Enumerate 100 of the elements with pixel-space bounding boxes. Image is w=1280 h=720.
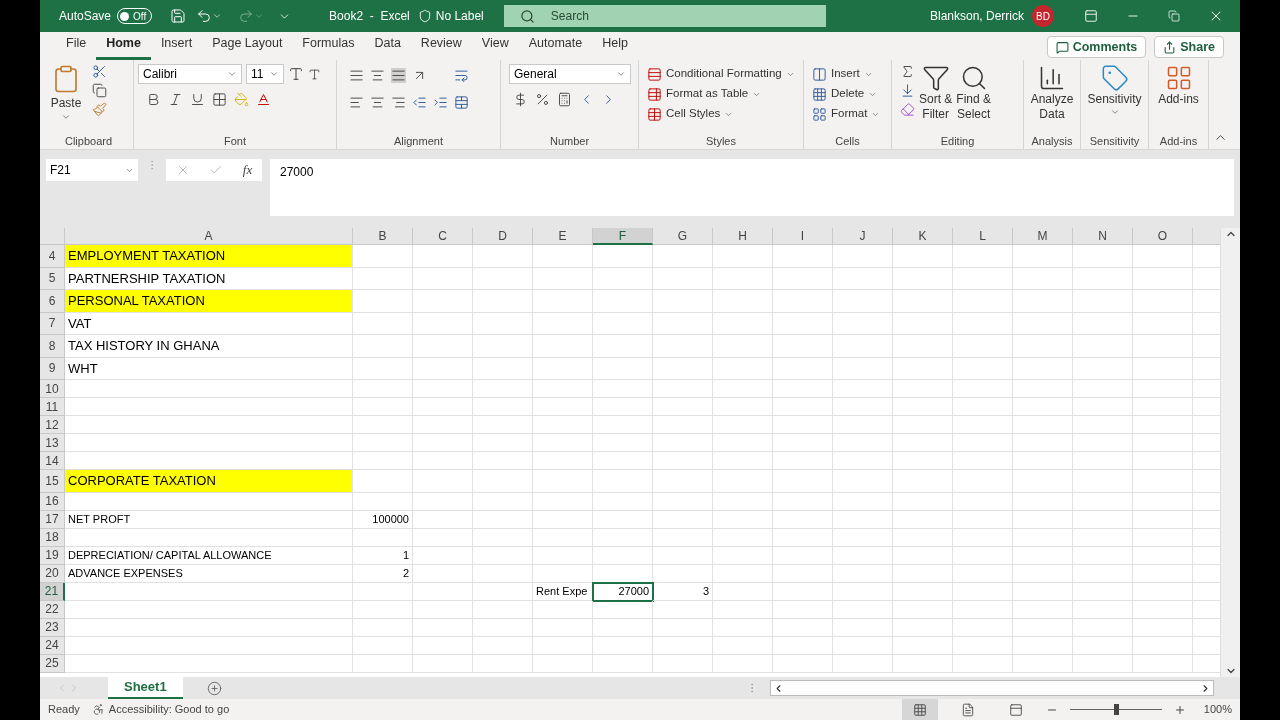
table-cell[interactable] — [413, 510, 473, 529]
row-header[interactable]: 8 — [40, 335, 65, 358]
table-cell[interactable] — [65, 618, 353, 637]
table-cell[interactable] — [1013, 582, 1073, 601]
table-cell[interactable] — [1013, 267, 1073, 290]
table-cell[interactable] — [473, 452, 533, 470]
table-cell[interactable] — [653, 416, 713, 434]
table-cell[interactable] — [353, 380, 413, 398]
table-cell[interactable] — [833, 245, 893, 268]
table-cell[interactable] — [653, 654, 713, 673]
table-cell[interactable] — [1013, 452, 1073, 470]
table-cell[interactable] — [593, 398, 653, 416]
table-cell[interactable] — [953, 335, 1013, 358]
table-cell[interactable] — [893, 290, 953, 313]
table-cell[interactable]: DEPRECIATION/ CAPITAL ALLOWANCE — [65, 546, 353, 565]
cells-button[interactable]: Insert — [812, 64, 881, 84]
column-header[interactable]: F — [593, 228, 653, 245]
table-cell[interactable] — [893, 312, 953, 335]
table-cell[interactable] — [953, 434, 1013, 452]
table-cell[interactable] — [1133, 335, 1193, 358]
ribbon-tab[interactable]: Insert — [150, 34, 203, 60]
table-cell[interactable] — [953, 492, 1013, 511]
column-header[interactable]: O — [1133, 228, 1193, 245]
table-cell[interactable] — [653, 636, 713, 655]
table-cell[interactable] — [353, 245, 413, 268]
align-right-icon[interactable] — [391, 95, 406, 110]
table-cell[interactable] — [713, 380, 773, 398]
table-cell[interactable] — [953, 600, 1013, 619]
font-color-icon[interactable] — [256, 92, 271, 107]
table-cell[interactable] — [833, 312, 893, 335]
table-cell[interactable] — [413, 416, 473, 434]
table-cell[interactable] — [473, 470, 533, 493]
table-cell[interactable] — [953, 380, 1013, 398]
table-cell[interactable] — [893, 245, 953, 268]
grow-font-icon[interactable] — [288, 66, 304, 82]
table-cell[interactable] — [653, 335, 713, 358]
row-header[interactable]: 12 — [40, 416, 65, 434]
table-cell[interactable] — [593, 434, 653, 452]
table-cell[interactable] — [953, 416, 1013, 434]
table-cell[interactable] — [653, 470, 713, 493]
table-cell[interactable] — [1133, 380, 1193, 398]
italic-icon[interactable] — [168, 92, 183, 107]
table-cell[interactable] — [1073, 528, 1133, 547]
table-cell[interactable] — [773, 245, 833, 268]
table-cell[interactable] — [533, 600, 593, 619]
table-cell[interactable] — [413, 380, 473, 398]
table-cell[interactable] — [713, 618, 773, 637]
bold-icon[interactable] — [146, 92, 161, 107]
column-header[interactable]: J — [833, 228, 893, 245]
table-cell[interactable] — [1013, 546, 1073, 565]
format-painter-icon[interactable] — [92, 102, 107, 117]
table-cell[interactable] — [1013, 618, 1073, 637]
table-cell[interactable]: TAX HISTORY IN GHANA — [65, 335, 353, 358]
table-cell[interactable] — [953, 510, 1013, 529]
search-field[interactable]: Search — [503, 5, 826, 27]
ribbon-tab[interactable]: Data — [364, 34, 411, 60]
table-cell[interactable] — [953, 528, 1013, 547]
table-cell[interactable] — [893, 654, 953, 673]
table-cell[interactable] — [1013, 335, 1073, 358]
table-cell[interactable] — [533, 380, 593, 398]
table-cell[interactable] — [473, 267, 533, 290]
table-cell[interactable] — [833, 290, 893, 313]
table-cell[interactable] — [1073, 546, 1133, 565]
column-header[interactable]: N — [1073, 228, 1133, 245]
comments-button[interactable]: Comments — [1046, 36, 1147, 58]
column-header[interactable]: L — [953, 228, 1013, 245]
align-center-icon[interactable] — [370, 95, 385, 110]
table-cell[interactable] — [653, 492, 713, 511]
ribbon-tab[interactable]: File — [56, 34, 97, 60]
sheet-tab[interactable]: Sheet1 — [108, 677, 183, 699]
table-cell[interactable] — [893, 636, 953, 655]
table-cell[interactable] — [353, 528, 413, 547]
table-cell[interactable] — [833, 618, 893, 637]
table-cell[interactable] — [353, 452, 413, 470]
table-cell[interactable] — [1013, 564, 1073, 583]
table-cell[interactable] — [833, 335, 893, 358]
table-cell[interactable] — [413, 654, 473, 673]
table-cell[interactable] — [1073, 267, 1133, 290]
table-cell[interactable] — [533, 452, 593, 470]
table-cell[interactable] — [65, 380, 353, 398]
table-cell[interactable] — [1133, 452, 1193, 470]
wrap-text-icon[interactable] — [454, 68, 469, 83]
table-cell[interactable] — [353, 398, 413, 416]
table-cell[interactable] — [1073, 618, 1133, 637]
align-left-icon[interactable] — [349, 95, 364, 110]
align-middle-icon[interactable] — [370, 68, 385, 83]
table-cell[interactable] — [1013, 357, 1073, 380]
table-cell[interactable]: WHT — [65, 357, 353, 380]
table-cell[interactable] — [773, 636, 833, 655]
table-cell[interactable] — [713, 582, 773, 601]
table-cell[interactable] — [953, 452, 1013, 470]
table-cell[interactable] — [353, 492, 413, 511]
number-format-field[interactable]: General — [509, 64, 631, 84]
table-cell[interactable] — [893, 528, 953, 547]
table-cell[interactable] — [593, 452, 653, 470]
table-cell[interactable] — [953, 267, 1013, 290]
table-cell[interactable] — [1073, 290, 1133, 313]
column-header[interactable]: B — [353, 228, 413, 245]
table-cell[interactable] — [653, 528, 713, 547]
table-cell[interactable] — [1073, 582, 1133, 601]
